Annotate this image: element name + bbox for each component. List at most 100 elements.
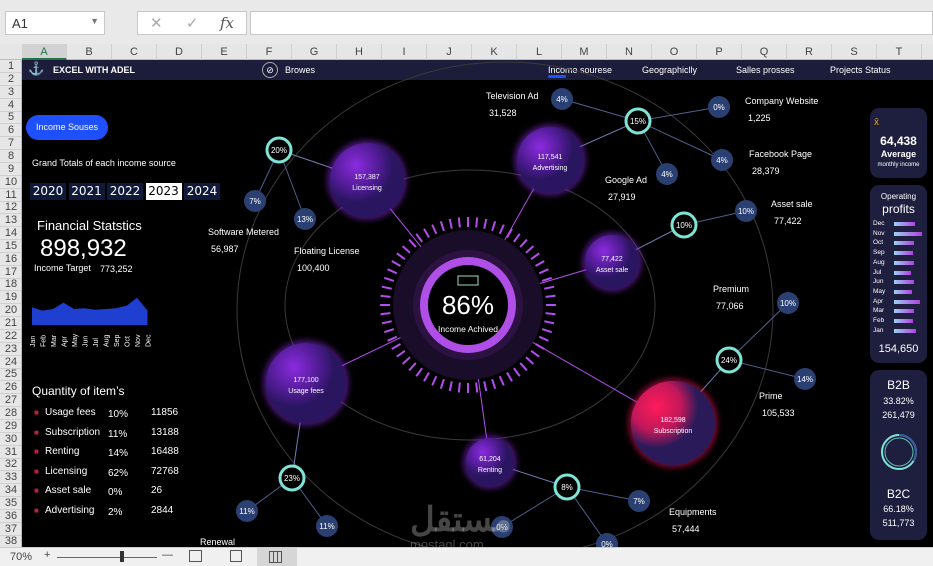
op-title-2: profits — [882, 202, 915, 216]
page-break-view-icon[interactable] — [230, 550, 242, 562]
zoom-in-button[interactable]: + — [44, 549, 50, 561]
mean-icon: x̄ — [874, 117, 879, 128]
average-income-card: x̄ 64,438 Average monthly income — [870, 108, 927, 178]
gauge-tick — [380, 294, 391, 298]
gauge-tick — [383, 276, 395, 282]
source-name: Equipments — [669, 507, 717, 517]
subsource-dot[interactable]: 4% — [551, 88, 573, 110]
dot-percent: 10% — [780, 299, 796, 308]
subsource-dot[interactable]: 14% — [794, 368, 816, 390]
b2b-label: B2B — [887, 378, 910, 392]
op-bar — [894, 241, 915, 246]
bubble-value: 117,541 — [538, 154, 563, 161]
gauge-tick — [475, 382, 479, 393]
gauge-tick — [491, 378, 497, 390]
page-layout-view-icon[interactable] — [189, 550, 202, 562]
subsource-dot[interactable]: 11% — [236, 500, 258, 522]
subsource-dot[interactable]: 11% — [316, 515, 338, 537]
subsource-dot[interactable]: 10% — [735, 200, 757, 222]
source-bubble-advertising[interactable]: 117,541 Advertising — [514, 124, 586, 196]
grid-view-icon — [269, 551, 282, 563]
gauge-tick — [387, 268, 398, 275]
bubble-label: Asset sale — [596, 267, 628, 274]
gauge-tick — [431, 375, 438, 386]
bubble-value: 77,422 — [601, 256, 623, 263]
ring-percent: 20% — [271, 146, 287, 155]
subsource-dot[interactable]: 4% — [656, 163, 678, 185]
bubble-label: Licensing — [352, 185, 382, 192]
gauge-tick — [513, 367, 521, 377]
source-name: Premium — [713, 284, 750, 294]
op-month: Apr — [873, 297, 884, 305]
subsource-dot[interactable]: 7% — [628, 490, 650, 512]
gauge-tick — [498, 375, 505, 386]
subsource-dot[interactable]: 13% — [294, 208, 316, 230]
dot-percent: 13% — [297, 215, 313, 224]
gauge-tick — [401, 356, 411, 365]
source-bubble-renting[interactable]: 61,204 Renting — [463, 435, 517, 489]
gauge-tick — [535, 260, 545, 267]
source-bubble-subscription[interactable]: 182,598 Subscription — [628, 378, 718, 468]
gauge-tick — [545, 294, 556, 298]
source-name: Facebook Page — [749, 149, 813, 159]
source-name: Software Metered — [208, 227, 280, 237]
source-bubble-usage-fees[interactable]: 177,100 Usage fees — [263, 340, 349, 426]
op-bar — [894, 309, 914, 314]
source-name: Company Website — [745, 96, 819, 106]
op-bar — [894, 260, 915, 265]
share-ring[interactable]: 10% — [670, 211, 698, 239]
gauge-tick — [544, 285, 555, 290]
ring-percent: 15% — [630, 117, 646, 126]
source-name: Google Ad — [605, 175, 648, 185]
gauge-tick — [535, 343, 545, 350]
achieved-label: Income Achived — [438, 324, 498, 334]
gauge-tick — [541, 328, 553, 334]
source-value: 1,225 — [748, 113, 771, 123]
zoom-slider-thumb[interactable] — [120, 551, 124, 562]
gauge-tick — [483, 218, 488, 229]
subsource-dot[interactable]: 7% — [244, 190, 266, 212]
zoom-out-button[interactable]: — — [162, 549, 173, 561]
share-ring[interactable]: 15% — [624, 107, 652, 135]
gauge-tick — [544, 320, 555, 325]
gauge-tick — [491, 220, 497, 232]
gauge-tick — [408, 238, 417, 248]
source-name: Floating License — [294, 246, 360, 256]
gauge-tick — [475, 217, 479, 228]
source-bubble-asset-sale[interactable]: 77,422 Asset sale — [582, 232, 642, 292]
share-ring[interactable]: 24% — [715, 346, 743, 374]
source-name: Renewal — [200, 537, 236, 547]
subsource-dot[interactable]: 0% — [708, 96, 730, 118]
gauge-tick — [396, 350, 406, 358]
share-ring[interactable]: 8% — [553, 473, 581, 501]
op-bar — [894, 222, 915, 226]
source-name: Prime — [759, 391, 783, 401]
gauge-tick — [519, 238, 528, 248]
zoom-slider[interactable] — [57, 557, 157, 558]
op-total: 154,650 — [878, 343, 919, 355]
share-ring[interactable]: 20% — [265, 136, 293, 164]
op-month: Feb — [873, 317, 885, 324]
op-bar — [894, 319, 914, 323]
op-bar — [894, 270, 911, 275]
subsource-dot[interactable]: 4% — [711, 149, 733, 171]
op-bar — [894, 328, 917, 333]
source-value: 105,533 — [762, 408, 795, 418]
op-month: Sep — [873, 249, 885, 257]
subsource-dot[interactable]: 10% — [777, 292, 799, 314]
gauge-tick — [381, 285, 392, 290]
donut-inner — [884, 437, 914, 467]
watermark-logo: مستقل — [410, 501, 512, 539]
ring-percent: 10% — [676, 221, 692, 230]
source-value: 77,066 — [716, 301, 744, 311]
source-value: 31,528 — [489, 108, 517, 118]
gauge-tick — [391, 343, 401, 350]
op-month: Aug — [873, 258, 885, 266]
gauge-tick — [391, 260, 401, 267]
source-bubble-licensing[interactable]: 157,387 Licensing — [327, 140, 407, 220]
b2b-value: 261,479 — [882, 410, 915, 420]
share-ring[interactable]: 23% — [278, 464, 306, 492]
dot-percent: 11% — [319, 522, 334, 531]
zoom-level: 70% — [10, 551, 33, 563]
bubble-value: 61,204 — [479, 456, 501, 463]
